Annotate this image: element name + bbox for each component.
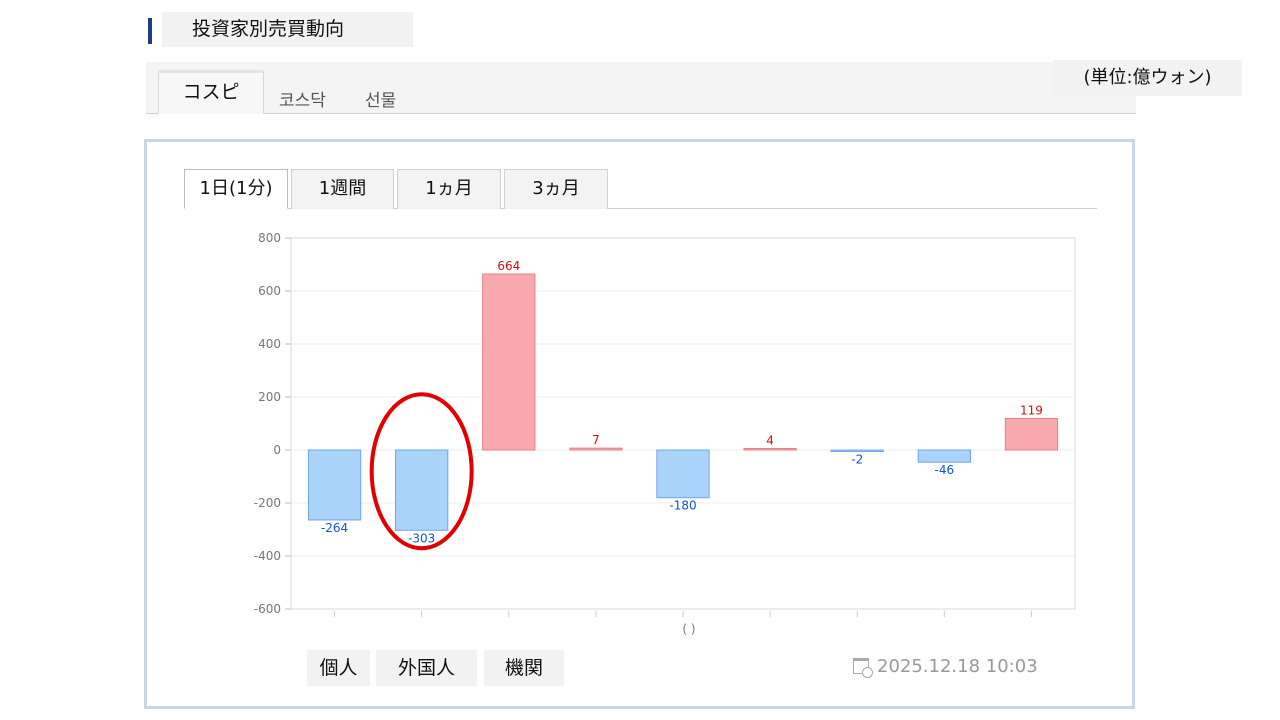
legend-institution[interactable]: 機関 bbox=[484, 650, 564, 686]
bar bbox=[917, 449, 971, 463]
bar-value-label: -180 bbox=[669, 499, 696, 513]
tab-futures[interactable]: 선물 bbox=[365, 86, 396, 111]
investor-bar-chart: 800 600 400 200 0 -200 -400 -600 -264 -303 664 7 -18… bbox=[254, 231, 1076, 636]
section-marker bbox=[148, 18, 152, 44]
bar bbox=[830, 449, 884, 452]
timestamp: 2025.12.18 10:03 bbox=[853, 656, 1038, 678]
tab-kosdaq[interactable]: 코스닥 bbox=[279, 86, 326, 111]
bar bbox=[569, 447, 623, 451]
y-tick-label: 400 bbox=[258, 337, 281, 351]
bar bbox=[743, 448, 797, 451]
bar-value-label: 4 bbox=[766, 434, 774, 448]
timestamp-text: 2025.12.18 10:03 bbox=[877, 656, 1038, 677]
y-tick-label: -400 bbox=[254, 549, 281, 563]
bar-value-label: 119 bbox=[1020, 403, 1043, 417]
bar bbox=[307, 449, 362, 521]
bar-value-label: -46 bbox=[935, 463, 955, 477]
bar bbox=[395, 449, 449, 531]
y-tick-label: 600 bbox=[258, 284, 281, 298]
y-tick-label: 800 bbox=[258, 231, 281, 245]
calendar-clock-icon bbox=[853, 658, 873, 678]
y-tick-label: -200 bbox=[254, 496, 281, 510]
legend-foreign[interactable]: 外国人 bbox=[376, 650, 477, 686]
unit-label: (単位:億ウォン) bbox=[1053, 60, 1242, 96]
bar-value-label: -264 bbox=[321, 521, 348, 535]
bar-value-label: 664 bbox=[497, 259, 520, 273]
x-axis-label: ( ) bbox=[682, 622, 695, 636]
section-title: 投資家別売買動向 bbox=[162, 12, 413, 47]
legend-individual[interactable]: 個人 bbox=[307, 650, 370, 686]
y-tick-label: -600 bbox=[254, 602, 281, 616]
bar bbox=[482, 273, 536, 451]
tab-kospi[interactable]: コスピ bbox=[158, 70, 264, 114]
y-tick-label: 200 bbox=[258, 390, 281, 404]
bar bbox=[1004, 417, 1059, 451]
market-tabs: コスピ 코스닥 선물 bbox=[146, 62, 1136, 114]
bar-value-label: -303 bbox=[408, 531, 435, 545]
chart-panel: 1日(1分) 1週間 1ヵ月 3ヵ月 800 600 400 200 0 -200 -400… bbox=[144, 139, 1135, 709]
plot-frame bbox=[290, 237, 1076, 610]
y-tick-label: 0 bbox=[273, 443, 281, 457]
bar bbox=[656, 449, 710, 499]
bar-value-label: 7 bbox=[592, 433, 600, 447]
bar-value-label: -2 bbox=[851, 453, 863, 467]
